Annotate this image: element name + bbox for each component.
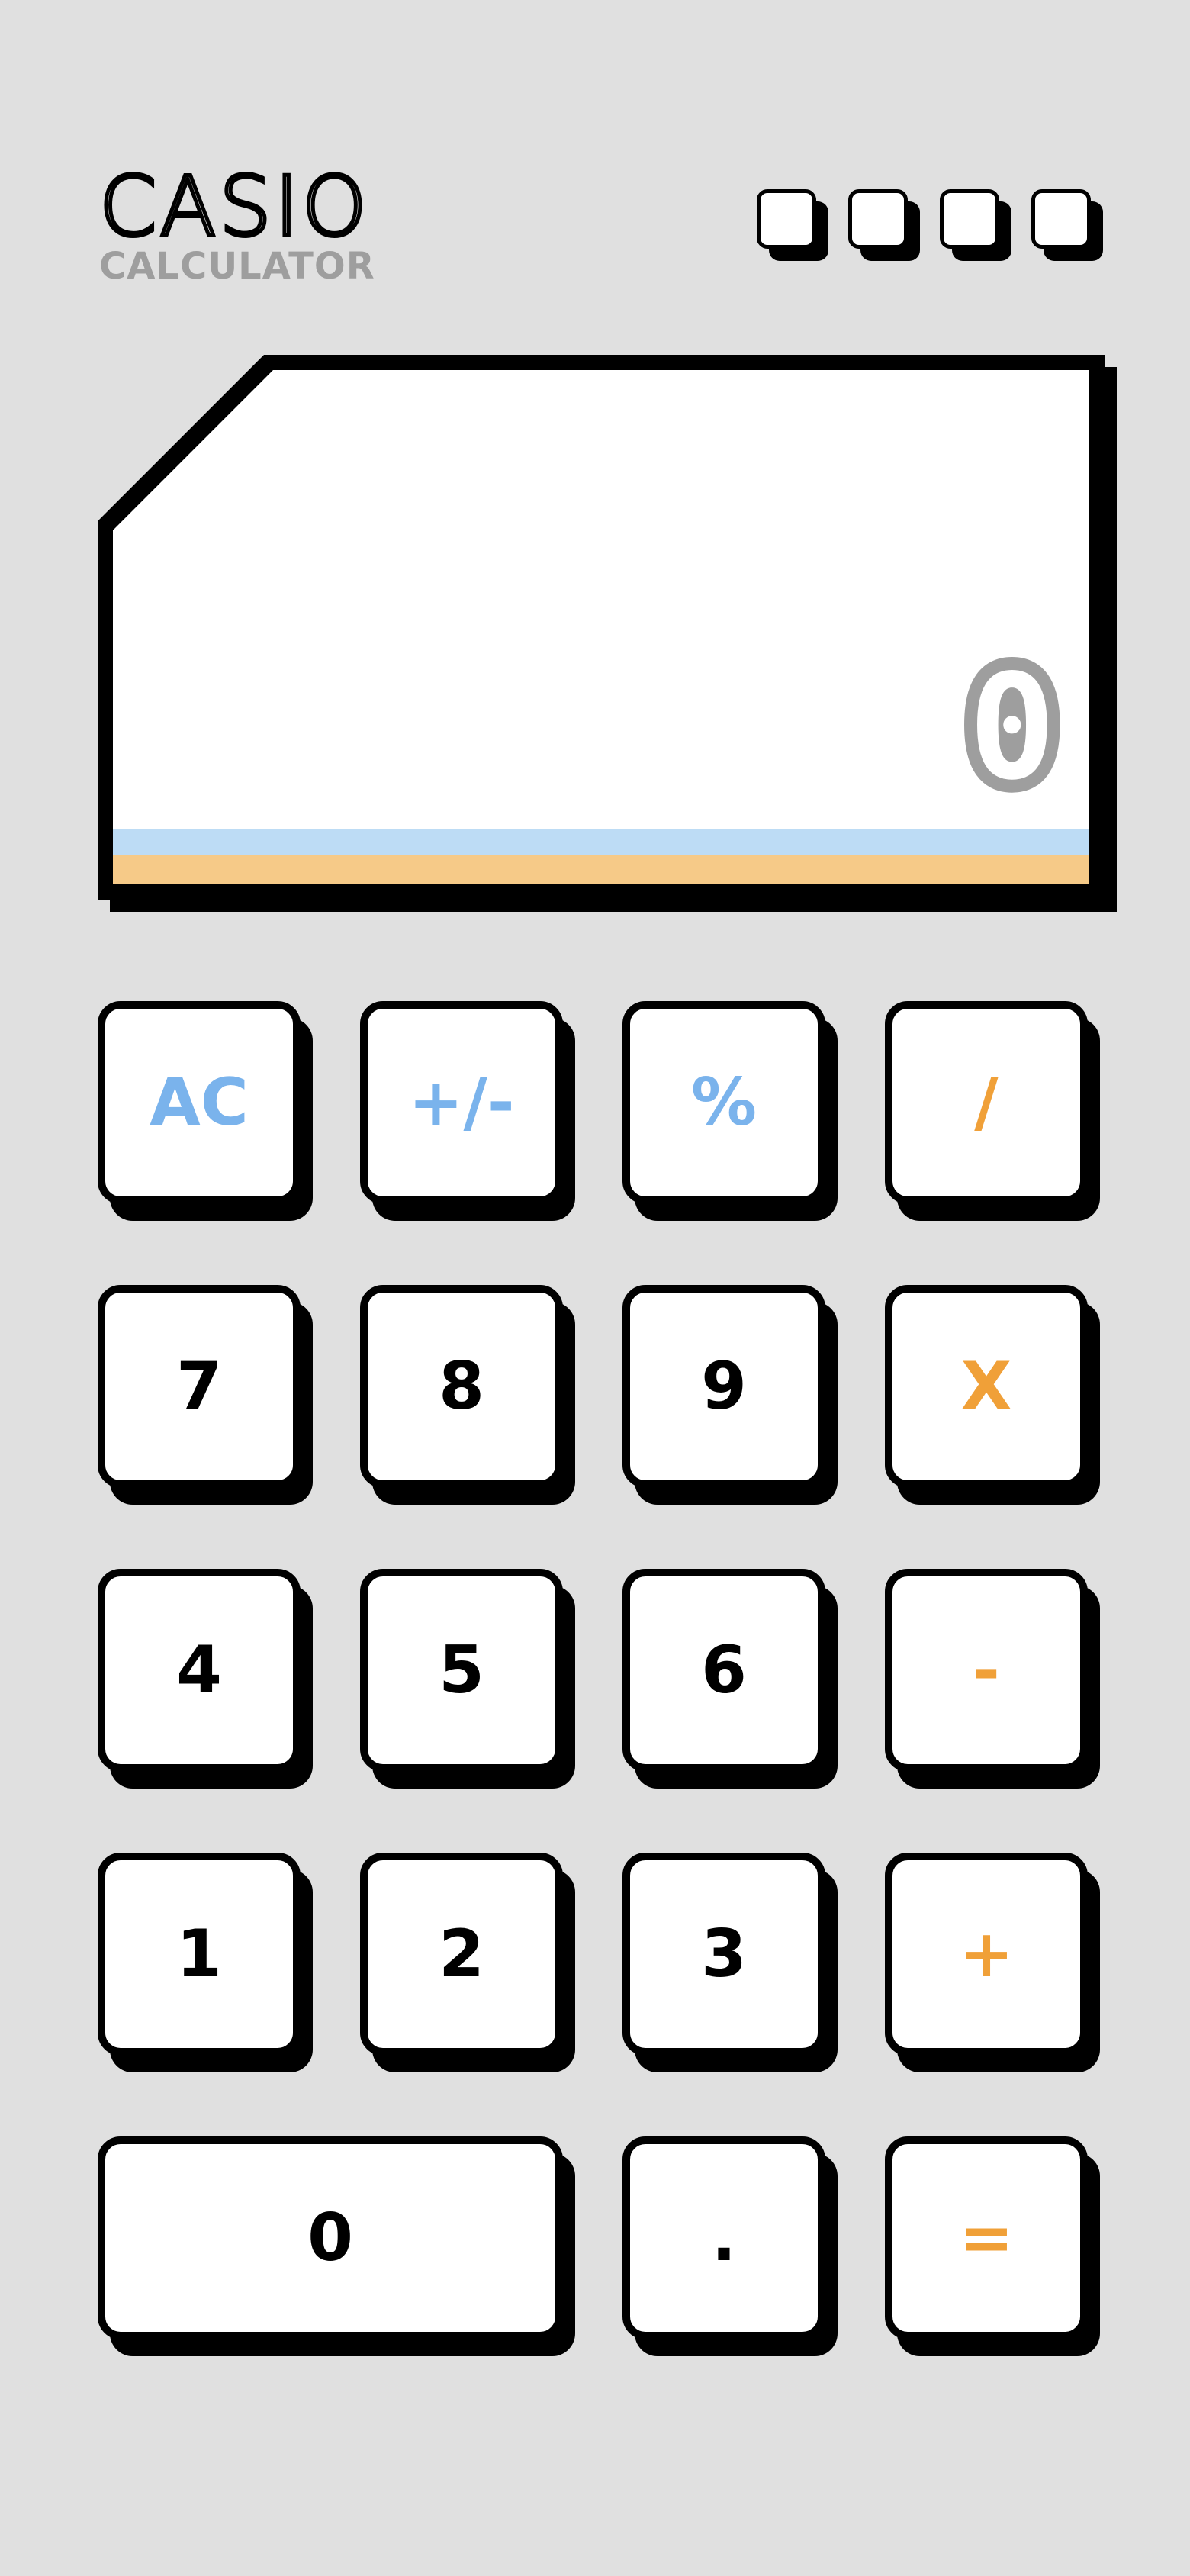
digit-4-label: 4 xyxy=(98,1569,301,1772)
digit-5-label: 5 xyxy=(360,1569,563,1772)
ac-button[interactable]: AC xyxy=(98,1001,313,1221)
equals-button[interactable]: = xyxy=(885,2136,1100,2356)
digit-9-label: 9 xyxy=(622,1285,825,1488)
digit-8-label: 8 xyxy=(360,1285,563,1488)
display-stripe-blue xyxy=(113,829,1089,855)
sign-toggle-label: +/- xyxy=(360,1001,563,1204)
multiply-label: X xyxy=(885,1285,1088,1488)
add-label: + xyxy=(885,1853,1088,2056)
ac-button-label: AC xyxy=(98,1001,301,1204)
digit-6-button[interactable]: 6 xyxy=(622,1569,838,1789)
digit-1-label: 1 xyxy=(98,1853,301,2056)
header: CASIO CALCULATOR xyxy=(98,159,375,288)
brand-logo: CASIO xyxy=(98,159,370,255)
digit-9-button[interactable]: 9 xyxy=(622,1285,838,1505)
digit-7-label: 7 xyxy=(98,1285,301,1488)
divide-label: / xyxy=(885,1001,1088,1204)
display-value: 0 xyxy=(956,642,1069,813)
digit-0-label: 0 xyxy=(98,2136,563,2339)
decimal-label: . xyxy=(622,2136,825,2339)
digit-3-label: 3 xyxy=(622,1853,825,2056)
brand-subtitle: CALCULATOR xyxy=(99,245,375,288)
solar-cell-icon xyxy=(848,189,920,261)
digit-2-label: 2 xyxy=(360,1853,563,2056)
solar-panel xyxy=(757,189,1103,261)
equals-label: = xyxy=(885,2136,1088,2339)
solar-cell-icon xyxy=(757,189,828,261)
percent-label: % xyxy=(622,1001,825,1204)
digit-2-button[interactable]: 2 xyxy=(360,1853,575,2072)
divide-button[interactable]: / xyxy=(885,1001,1100,1221)
add-button[interactable]: + xyxy=(885,1853,1100,2072)
solar-cell-icon xyxy=(1031,189,1103,261)
digit-3-button[interactable]: 3 xyxy=(622,1853,838,2072)
digit-7-button[interactable]: 7 xyxy=(98,1285,313,1505)
digit-1-button[interactable]: 1 xyxy=(98,1853,313,2072)
solar-cell-icon xyxy=(940,189,1011,261)
display-screen: 0 xyxy=(98,355,1117,912)
display-stripe-orange xyxy=(113,855,1089,884)
digit-8-button[interactable]: 8 xyxy=(360,1285,575,1505)
digit-0-button[interactable]: 0 xyxy=(98,2136,575,2356)
sign-toggle-button[interactable]: +/- xyxy=(360,1001,575,1221)
decimal-button[interactable]: . xyxy=(622,2136,838,2356)
subtract-button[interactable]: - xyxy=(885,1569,1100,1789)
subtract-label: - xyxy=(885,1569,1088,1772)
multiply-button[interactable]: X xyxy=(885,1285,1100,1505)
digit-4-button[interactable]: 4 xyxy=(98,1569,313,1789)
digit-5-button[interactable]: 5 xyxy=(360,1569,575,1789)
digit-6-label: 6 xyxy=(622,1569,825,1772)
percent-button[interactable]: % xyxy=(622,1001,838,1221)
